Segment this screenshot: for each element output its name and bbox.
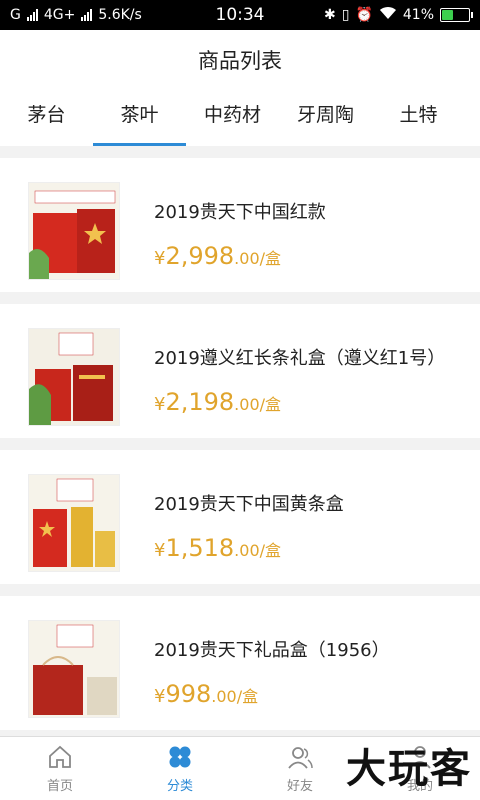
battery-icon <box>440 8 473 22</box>
app-header: 商品列表 <box>0 30 480 90</box>
nav-friends-label: 好友 <box>286 779 313 794</box>
tab-herbs[interactable]: 中药材 <box>186 90 279 146</box>
product-item[interactable]: 2019贵天下中国黄条盒 ¥1,518.00/盒 <box>0 450 480 596</box>
network-label: 4G+ <box>43 7 76 23</box>
watermark-logo: 大玩客 <box>346 746 472 792</box>
carrier-label: G <box>10 7 21 23</box>
battery-fill <box>442 10 453 20</box>
divider <box>0 146 480 158</box>
product-list: 2019贵天下中国红款 ¥2,998.00/盒 2019遵义红长条礼盒（遵义红1… <box>0 158 480 742</box>
price-currency: ¥ <box>154 686 166 707</box>
nav-home[interactable]: 首页 <box>0 737 120 800</box>
product-name[interactable]: 2019贵天下礼品盒（1956） <box>154 636 390 662</box>
signal-icon <box>26 9 38 21</box>
tab-tea[interactable]: 茶叶 <box>93 90 186 146</box>
nav-friends[interactable]: 好友 <box>240 737 360 800</box>
price-unit: .00/盒 <box>234 249 282 268</box>
nav-category[interactable]: 分类 <box>120 737 240 800</box>
status-bar: G 4G+ 5.6K/s 10:34 ✱ ▯ ⏰ 41% <box>0 0 480 30</box>
product-price: ¥2,998.00/盒 <box>154 242 281 270</box>
product-name[interactable]: 2019贵天下中国黄条盒 <box>154 490 344 516</box>
product-price: ¥1,518.00/盒 <box>154 534 281 562</box>
price-value: 2,998 <box>165 242 235 270</box>
clock: 10:34 <box>215 5 265 25</box>
battery-percent: 41% <box>402 7 434 23</box>
product-price: ¥2,198.00/盒 <box>154 388 281 416</box>
tab-pottery[interactable]: 牙周陶 <box>279 90 372 146</box>
product-image[interactable] <box>28 474 120 572</box>
product-image[interactable] <box>28 328 120 426</box>
nav-home-label: 首页 <box>46 779 73 794</box>
alarm-icon: ⏰ <box>355 7 373 23</box>
price-currency: ¥ <box>154 248 166 269</box>
price-value: 2,198 <box>165 388 235 416</box>
network-speed: 5.6K/s <box>98 7 142 23</box>
vibrate-icon: ▯ <box>341 7 350 23</box>
home-icon <box>49 745 71 768</box>
price-unit: .00/盒 <box>234 395 282 414</box>
signal-icon-2 <box>81 9 93 21</box>
category-icon <box>169 746 191 768</box>
wifi-icon <box>379 6 397 24</box>
price-unit: .00/盒 <box>211 687 259 706</box>
bluetooth-icon: ✱ <box>323 7 336 23</box>
product-item[interactable]: 2019贵天下礼品盒（1956） ¥998.00/盒 <box>0 596 480 742</box>
price-unit: .00/盒 <box>234 541 282 560</box>
price-currency: ¥ <box>154 540 166 561</box>
product-price: ¥998.00/盒 <box>154 680 258 708</box>
product-item[interactable]: 2019遵义红长条礼盒（遵义红1号） ¥2,198.00/盒 <box>0 304 480 450</box>
friends-icon <box>288 747 313 769</box>
product-image[interactable] <box>28 182 120 280</box>
product-image[interactable] <box>28 620 120 718</box>
page-title: 商品列表 <box>198 49 282 73</box>
price-value: 998 <box>165 680 212 708</box>
tab-local-specialty[interactable]: 土特 <box>372 90 465 146</box>
nav-category-label: 分类 <box>166 779 193 794</box>
category-tabs: 茅台 茶叶 中药材 牙周陶 土特 <box>0 90 480 146</box>
tab-maotai[interactable]: 茅台 <box>0 90 93 146</box>
product-name[interactable]: 2019遵义红长条礼盒（遵义红1号） <box>154 344 445 370</box>
price-currency: ¥ <box>154 394 166 415</box>
price-value: 1,518 <box>165 534 235 562</box>
product-item[interactable]: 2019贵天下中国红款 ¥2,998.00/盒 <box>0 158 480 304</box>
product-name[interactable]: 2019贵天下中国红款 <box>154 198 326 224</box>
